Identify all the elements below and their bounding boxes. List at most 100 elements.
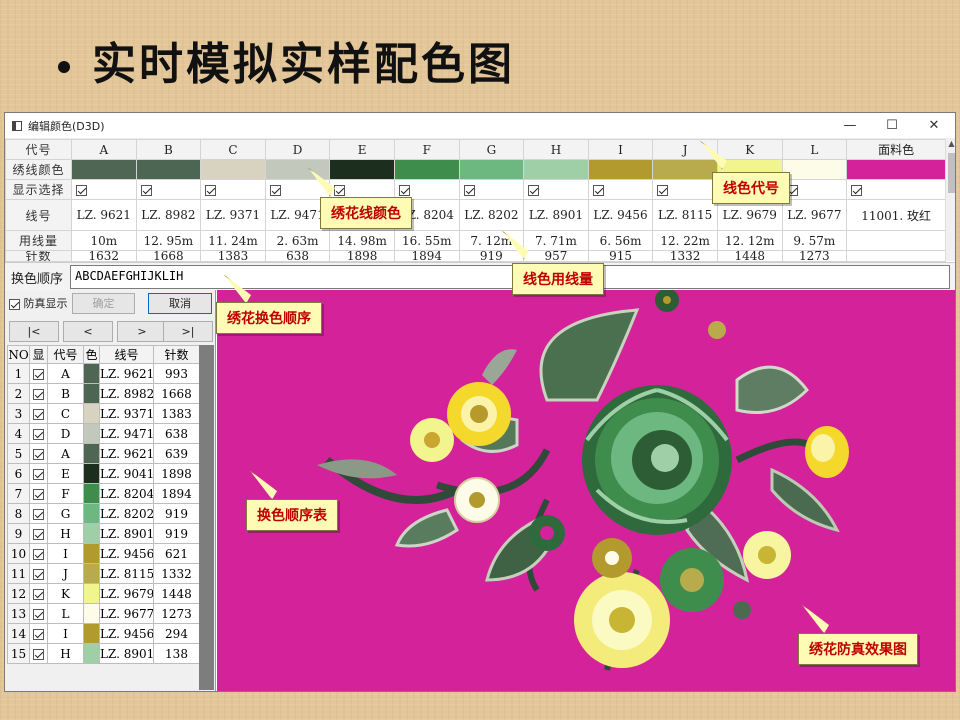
thread-color-swatch[interactable]	[135, 159, 202, 180]
checkbox-icon[interactable]	[592, 184, 604, 196]
thread-color-swatch[interactable]	[329, 159, 395, 180]
list-item[interactable]: 3 C LZ. 9371 1383	[7, 403, 200, 424]
realistic-toggle[interactable]: 防真显示	[9, 295, 68, 311]
grid-cell-code: H	[523, 139, 589, 160]
sequence-input[interactable]: ABCDAEFGHIJKLIH	[70, 265, 950, 289]
checkbox-icon[interactable]	[33, 628, 44, 640]
show-checkbox-cell[interactable]	[781, 179, 848, 200]
show-checkbox-cell[interactable]	[523, 179, 589, 200]
checkbox-icon[interactable]	[398, 184, 410, 196]
show-checkbox-cell[interactable]	[200, 179, 266, 200]
row-show-checkbox[interactable]	[29, 623, 48, 644]
checkbox-icon[interactable]	[33, 408, 44, 420]
next-button[interactable]: >	[117, 321, 167, 342]
show-checkbox-cell[interactable]	[458, 179, 525, 200]
checkbox-icon[interactable]	[33, 448, 44, 460]
checkbox-icon[interactable]	[33, 368, 44, 380]
list-cell-no: 7	[7, 483, 30, 504]
row-show-checkbox[interactable]	[29, 363, 48, 384]
checkbox-icon[interactable]	[269, 184, 281, 196]
row-color-swatch	[83, 363, 100, 384]
list-cell-no: 14	[7, 623, 30, 644]
row-show-checkbox[interactable]	[29, 523, 48, 544]
row-show-checkbox[interactable]	[29, 463, 48, 484]
close-button[interactable]: ✕	[913, 118, 955, 133]
list-item[interactable]: 6 E LZ. 9041 1898	[7, 463, 200, 484]
list-item[interactable]: 12 K LZ. 9679 1448	[7, 583, 200, 604]
checkbox-icon[interactable]	[33, 568, 44, 580]
list-item[interactable]: 14 I LZ. 9456 294	[7, 623, 200, 644]
checkbox-icon[interactable]	[33, 388, 44, 400]
show-checkbox-cell[interactable]	[846, 179, 947, 200]
scroll-up-icon[interactable]: ▲	[946, 139, 955, 153]
thread-color-swatch[interactable]	[71, 159, 137, 180]
checkbox-icon[interactable]	[33, 648, 44, 660]
checkbox-icon[interactable]	[33, 548, 44, 560]
thread-color-swatch[interactable]	[587, 159, 654, 180]
list-item[interactable]: 5 A LZ. 9621 639	[7, 443, 200, 464]
row-show-checkbox[interactable]	[29, 443, 48, 464]
checkbox-icon[interactable]	[334, 184, 346, 196]
show-checkbox-cell[interactable]	[587, 179, 654, 200]
maximize-button[interactable]: ☐	[871, 118, 913, 133]
checkbox-icon[interactable]	[33, 608, 44, 620]
thread-color-swatch[interactable]	[846, 159, 947, 180]
row-show-checkbox[interactable]	[29, 483, 48, 504]
checkbox-icon[interactable]	[76, 184, 87, 196]
thread-color-swatch[interactable]	[523, 159, 589, 180]
list-item[interactable]: 2 B LZ. 8982 1668	[7, 383, 200, 404]
minimize-button[interactable]: —	[829, 118, 871, 133]
thread-color-swatch[interactable]	[458, 159, 525, 180]
list-scrollbar[interactable]	[199, 345, 214, 690]
checkbox-icon[interactable]	[657, 184, 669, 196]
prev-button[interactable]: <	[63, 321, 113, 342]
row-show-checkbox[interactable]	[29, 383, 48, 404]
list-item[interactable]: 11 J LZ. 8115 1332	[7, 563, 200, 584]
realistic-label: 防真显示	[23, 297, 68, 310]
thread-color-swatch[interactable]	[652, 159, 718, 180]
embroidery-preview	[217, 290, 955, 691]
thread-color-swatch[interactable]	[393, 159, 460, 180]
checkbox-icon[interactable]	[851, 184, 863, 196]
checkbox-icon[interactable]	[463, 184, 475, 196]
list-item[interactable]: 13 L LZ. 9677 1273	[7, 603, 200, 624]
ok-button[interactable]: 确定	[72, 293, 135, 314]
row-show-checkbox[interactable]	[29, 603, 48, 624]
thread-color-swatch[interactable]	[264, 159, 331, 180]
show-checkbox-cell[interactable]	[135, 179, 202, 200]
row-show-checkbox[interactable]	[29, 403, 48, 424]
checkbox-icon[interactable]	[33, 508, 44, 520]
checkbox-icon[interactable]	[528, 184, 540, 196]
checkbox-icon[interactable]	[140, 184, 152, 196]
list-item[interactable]: 7 F LZ. 8204 1894	[7, 483, 200, 504]
list-item[interactable]: 15 H LZ. 8901 138	[7, 643, 200, 664]
thread-color-swatch[interactable]	[781, 159, 848, 180]
last-button[interactable]: >|	[163, 321, 213, 342]
checkbox-icon[interactable]	[9, 298, 20, 310]
show-checkbox-cell[interactable]	[71, 179, 137, 200]
row-show-checkbox[interactable]	[29, 563, 48, 584]
grid-cell-usage: 14. 98m	[329, 230, 395, 251]
row-show-checkbox[interactable]	[29, 423, 48, 444]
show-checkbox-cell[interactable]	[652, 179, 718, 200]
list-item[interactable]: 9 H LZ. 8901 919	[7, 523, 200, 544]
checkbox-icon[interactable]	[33, 468, 44, 480]
row-show-checkbox[interactable]	[29, 503, 48, 524]
checkbox-icon[interactable]	[33, 588, 44, 600]
row-show-checkbox[interactable]	[29, 643, 48, 664]
row-show-checkbox[interactable]	[29, 543, 48, 564]
list-item[interactable]: 1 A LZ. 9621 993	[7, 363, 200, 384]
first-button[interactable]: |<	[9, 321, 59, 342]
checkbox-icon[interactable]	[33, 428, 44, 440]
grid-scrollbar[interactable]: ▲	[945, 139, 955, 261]
checkbox-icon[interactable]	[33, 528, 44, 540]
list-item[interactable]: 8 G LZ. 8202 919	[7, 503, 200, 524]
checkbox-icon[interactable]	[205, 184, 217, 196]
list-item[interactable]: 4 D LZ. 9471 638	[7, 423, 200, 444]
checkbox-icon[interactable]	[33, 488, 44, 500]
cancel-button[interactable]: 取消	[148, 293, 212, 314]
row-show-checkbox[interactable]	[29, 583, 48, 604]
list-item[interactable]: 10 I LZ. 9456 621	[7, 543, 200, 564]
scroll-thumb[interactable]	[948, 153, 955, 193]
thread-color-swatch[interactable]	[200, 159, 266, 180]
